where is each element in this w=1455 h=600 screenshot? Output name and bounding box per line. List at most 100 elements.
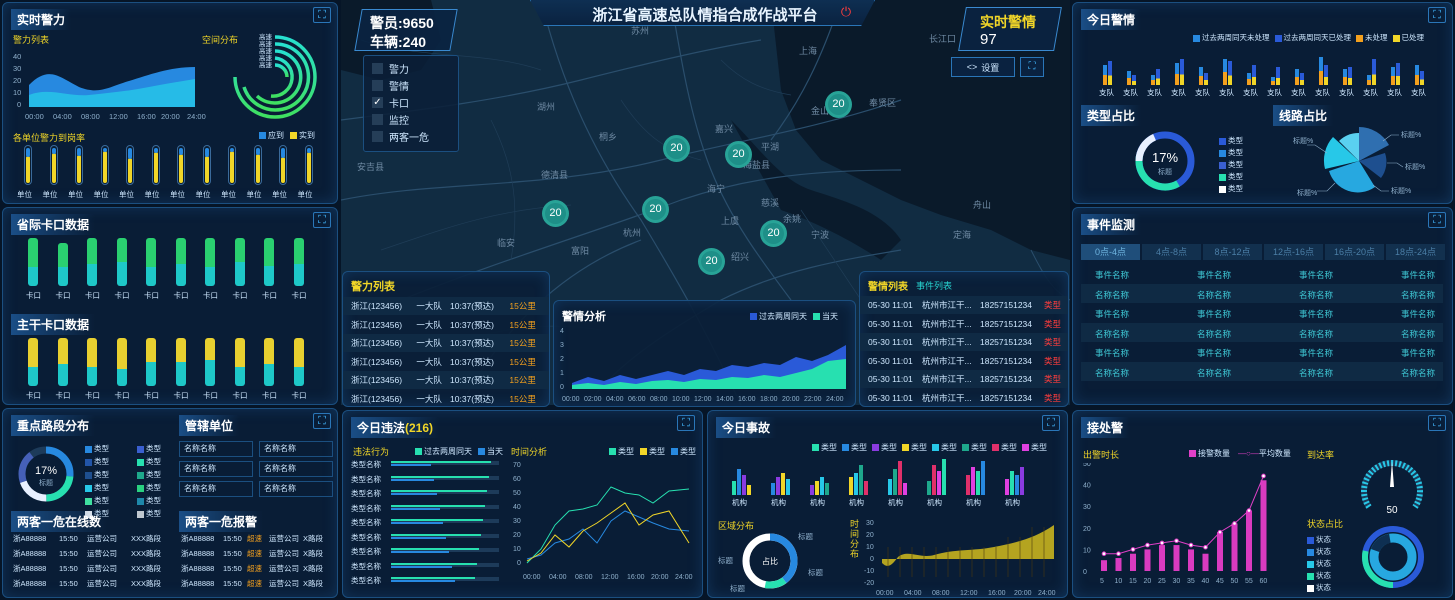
status-donut [1362,526,1424,588]
expand-icon[interactable]: ⛶ [1042,415,1060,431]
table-row[interactable]: 05-30 11:01 杭州市江干... 18257151234 类型 [860,315,1068,333]
settings-button[interactable]: <> 设置 [951,57,1015,77]
tab-time-range[interactable]: 0点-4点 [1081,244,1140,260]
table-row[interactable]: 事件名称 事件名称 事件名称 事件名称 [1081,303,1443,322]
unit-item[interactable]: 名称名称 [259,481,333,497]
rate-capsule [24,145,32,185]
checkbox[interactable] [372,114,383,125]
unit-label: 单位 [42,190,58,199]
expand-icon[interactable]: ⛶ [1428,212,1446,228]
unit-item[interactable]: 名称名称 [259,441,333,457]
map-cluster-marker[interactable]: 20 [760,220,787,247]
y-tick: 50 [1083,463,1091,468]
layer-toggle[interactable]: 两客一危 [372,130,429,144]
alert-bar [1228,61,1232,85]
table-row[interactable]: 浙江(123456) 一大队 10:37(预达) 15公里 [343,316,549,334]
cell: 名称名称 [1401,328,1436,339]
checkbox[interactable] [372,80,383,91]
svg-text:高速: 高速 [259,53,273,62]
table-row[interactable]: 事件名称 事件名称 事件名称 事件名称 [1081,264,1443,283]
table-row[interactable]: 浙江(123456) 一大队 10:37(预达) 15公里 [343,371,549,389]
checkbox[interactable] [372,63,383,74]
table-row[interactable]: 浙江(123456) 一大队 10:37(预达) 15公里 [343,390,549,407]
list-item[interactable]: 浙A88888 15:50 运营公司 XXX路段 [13,531,173,546]
tab-time-range[interactable]: 18点-24点 [1386,244,1445,260]
svg-text:0: 0 [870,556,874,563]
checkpoint-bar-top [293,338,304,367]
cell: 事件名称 [1197,309,1232,319]
power-icon[interactable]: ⏻ [838,4,854,20]
table-row[interactable]: 05-30 11:01 杭州市江干... 18257151234 类型 [860,370,1068,388]
cell: 浙江(123456) [351,356,403,367]
panel-title: 两客一危在线数 [11,511,108,532]
list-item[interactable]: 浙A88888 15:50 运营公司 XXX路段 [13,546,173,561]
alert-bar [1223,59,1227,85]
arrival-label: 到达率 [1307,450,1335,460]
accident-time-chart: 30 20 10 0 -10 -20 00:00 04:00 08:00 12:00 16:00 2… [864,520,1056,597]
expand-icon[interactable]: ⛶ [313,7,331,23]
svg-text:标题%: 标题% [1405,162,1425,171]
map-cluster-marker[interactable]: 20 [698,248,725,275]
tab-time-range[interactable]: 4点-8点 [1142,244,1201,260]
map-cluster-marker[interactable]: 20 [825,91,852,118]
expand-icon[interactable]: ⛶ [1428,415,1446,431]
table-row[interactable]: 名称名称 名称名称 名称名称 名称名称 [1081,322,1443,342]
table-row[interactable]: 名称名称 名称名称 名称名称 名称名称 [1081,283,1443,303]
tab-time-range[interactable]: 16点-20点 [1325,244,1384,260]
list-item[interactable]: 浙A88888 15:50 超速 运营公司 X路段 [181,561,337,576]
dispatch-bar [1173,545,1180,571]
cell: 名称名称 [1401,367,1436,378]
list-label: 警力列表 [13,35,50,45]
svg-text:20:00: 20:00 [651,574,669,581]
table-row[interactable]: 05-30 11:01 杭州市江干... 18257151234 类型 [860,296,1068,314]
cell: 18257151234 [980,355,1033,366]
map-cluster-marker[interactable]: 20 [542,200,569,227]
checkpoint-bar-top [57,338,68,365]
alert-list-panel: 警情列表 事件列表 05-30 11:01 杭州市江干... 18257151234… [859,271,1069,407]
map-cluster-marker[interactable]: 20 [642,196,669,223]
list-item[interactable]: 浙A88888 15:50 超速 运营公司 X路段 [181,531,337,546]
table-row[interactable]: 05-30 11:01 杭州市江干... 18257151234 类型 [860,389,1068,407]
table-row[interactable]: 名称名称 名称名称 名称名称 名称名称 [1081,361,1443,381]
event-list-tab[interactable]: 事件列表 [916,279,952,292]
layer-toggle[interactable]: 监控 [372,113,429,127]
layer-toggle[interactable]: 警情 [372,79,429,93]
x-tick: 35 [1187,578,1195,585]
table-row[interactable]: 05-30 11:01 杭州市江干... 18257151234 类型 [860,352,1068,370]
tab-time-range[interactable]: 8点-12点 [1203,244,1262,260]
cell: 事件名称 [1299,348,1334,358]
svg-text:高速: 高速 [259,33,273,41]
map-cluster-marker[interactable]: 20 [663,135,690,162]
y-tick: 10 [1083,547,1091,554]
checkbox[interactable] [372,131,383,142]
map-cluster-marker[interactable]: 20 [725,141,752,168]
tab-time-range[interactable]: 12点-16点 [1264,244,1323,260]
rate-capsule [202,145,211,185]
unit-item[interactable]: 名称名称 [259,461,333,477]
table-row[interactable]: 浙江(123456) 一大队 10:37(预达) 15公里 [343,334,549,352]
expand-icon[interactable]: ⛶ [313,413,331,429]
fullscreen-icon[interactable]: ⛶ [1020,57,1044,77]
list-item[interactable]: 浙A88888 15:50 超速 运营公司 X路段 [181,546,337,561]
cell: 05-30 11:01 [868,392,913,403]
expand-icon[interactable]: ⛶ [677,415,695,431]
svg-text:1: 1 [560,370,564,377]
table-row[interactable]: 事件名称 事件名称 事件名称 事件名称 [1081,342,1443,361]
unit-item[interactable]: 名称名称 [179,461,253,477]
layer-toggle[interactable]: 警力 [372,62,429,76]
svg-text:00:00: 00:00 [562,396,580,403]
unit-item[interactable]: 名称名称 [179,441,253,457]
list-item[interactable]: 浙A88888 15:50 运营公司 XXX路段 [13,561,173,576]
table-row[interactable]: 浙江(123456) 一大队 10:37(预达) 15公里 [343,353,549,371]
layer-toggle[interactable]: ✓ 卡口 [372,96,429,110]
expand-icon[interactable]: ⛶ [313,212,331,228]
expand-icon[interactable]: ⛶ [1428,7,1446,23]
cell: 名称名称 [1197,289,1232,300]
list-item[interactable]: 浙A88888 15:50 超速 运营公司 X路段 [181,576,337,591]
unit-item[interactable]: 名称名称 [179,481,253,497]
table-row[interactable]: 05-30 11:01 杭州市江干... 18257151234 类型 [860,333,1068,351]
table-row[interactable]: 浙江(123456) 一大队 10:37(预达) 15公里 [343,297,549,315]
checkbox-checked[interactable]: ✓ [372,97,383,108]
list-item[interactable]: 浙A88888 15:50 运营公司 XXX路段 [13,576,173,591]
unit-label: 单位 [119,190,134,199]
